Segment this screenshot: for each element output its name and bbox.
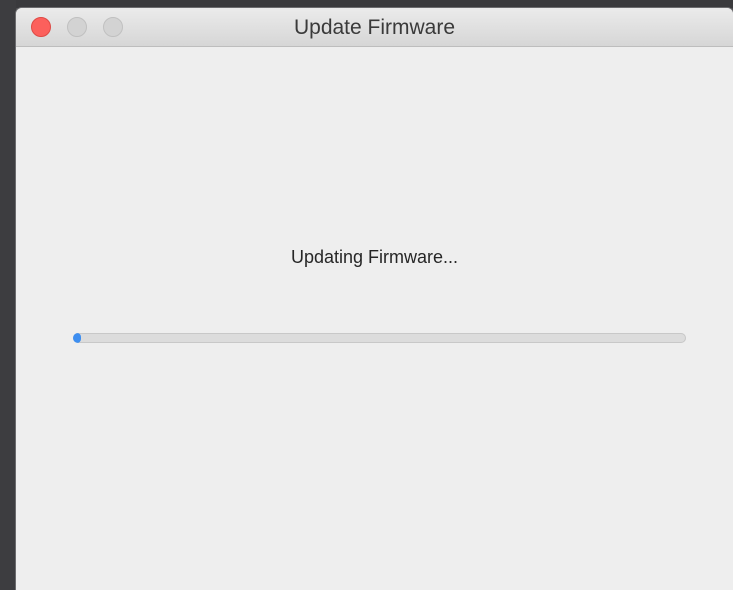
status-text: Updating Firmware... — [290, 247, 459, 267]
update-firmware-window: Update Firmware Updating Firmware... — [16, 8, 733, 590]
progress-bar — [73, 333, 686, 343]
desktop-background: Update Firmware Updating Firmware... — [0, 0, 733, 590]
window-content: Updating Firmware... — [16, 47, 733, 590]
desktop-top-strip — [0, 0, 733, 8]
desktop-left-strip — [0, 0, 16, 590]
progress-bar-fill — [73, 333, 81, 343]
window-title: Update Firmware — [293, 16, 456, 39]
title-bar[interactable]: Update Firmware — [16, 8, 733, 47]
